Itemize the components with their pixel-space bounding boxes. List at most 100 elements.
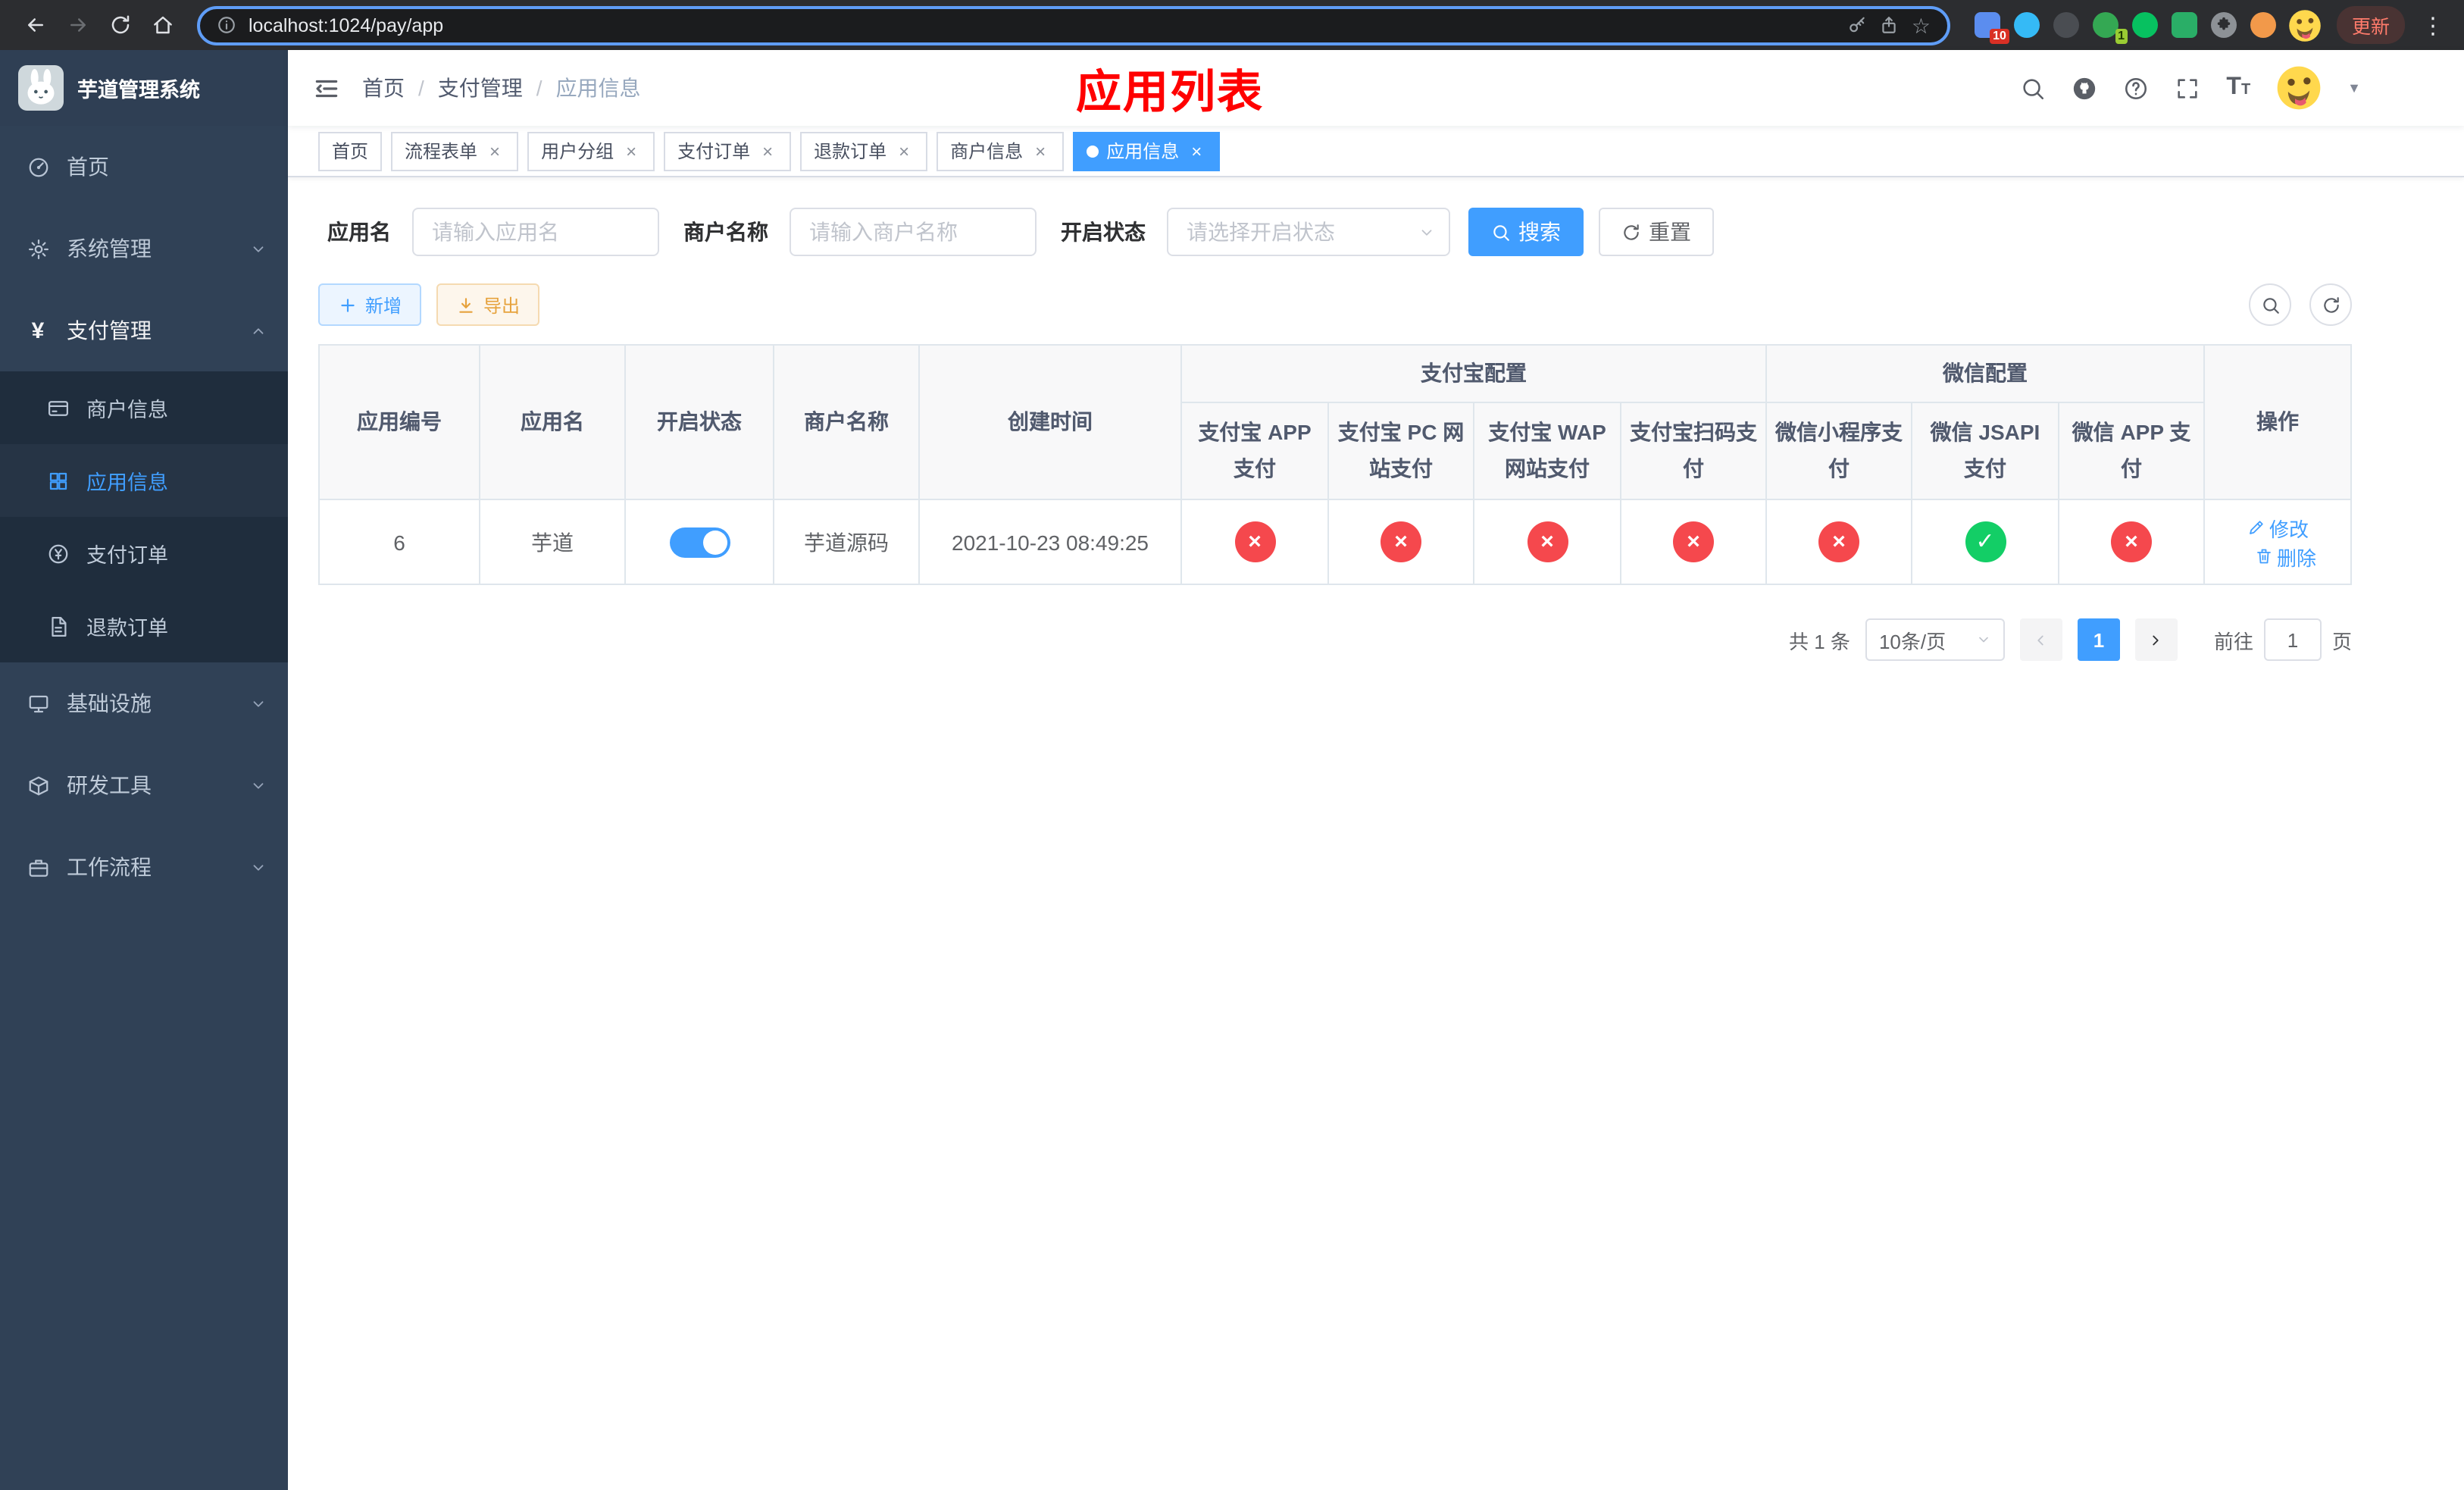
status-switch[interactable] [669, 527, 730, 557]
col-alipay-app: 支付宝 APP 支付 [1180, 402, 1329, 500]
tab-home[interactable]: 首页 [318, 131, 383, 171]
toggle-search-button[interactable] [2249, 283, 2291, 326]
extension-icon[interactable]: 1 [2092, 12, 2128, 44]
site-info-icon[interactable] [217, 15, 236, 35]
browser-menu-icon[interactable]: ⋮ [2417, 11, 2449, 39]
tab-user-group[interactable]: 用户分组 × [527, 131, 655, 171]
sidebar-item-dev-tools[interactable]: 研发工具 [0, 744, 288, 826]
refresh-table-button[interactable] [2309, 283, 2352, 326]
chevron-down-icon[interactable]: ▼ [2347, 80, 2361, 95]
sidebar-item-pay-order[interactable]: 支付订单 [0, 517, 288, 590]
wechat-jsapi-status-icon: ✓ [1965, 521, 2006, 562]
gear-icon [26, 236, 50, 261]
forward-button[interactable] [58, 5, 97, 45]
help-icon[interactable] [2123, 75, 2149, 101]
fullscreen-icon[interactable] [2175, 75, 2200, 101]
col-group-wechat: 微信配置 [1765, 344, 2206, 403]
sidebar-item-label: 支付管理 [67, 318, 152, 343]
chevron-right-icon [2148, 631, 2165, 648]
breadcrumb-pay[interactable]: 支付管理 [438, 73, 523, 103]
sidebar-item-merchant-info[interactable]: 商户信息 [0, 371, 288, 444]
breadcrumb-current: 应用信息 [555, 76, 641, 100]
sidebar-item-label: 基础设施 [67, 691, 152, 715]
merchant-name-label: 商户名称 [683, 220, 768, 244]
key-icon[interactable] [1848, 15, 1868, 35]
extension-icon[interactable] [2250, 12, 2276, 38]
close-icon[interactable]: × [1187, 141, 1206, 161]
browser-profile-avatar[interactable] [2288, 8, 2322, 42]
close-icon[interactable]: × [485, 141, 505, 161]
chevron-down-icon [250, 777, 267, 794]
sidebar-item-refund-order[interactable]: 退款订单 [0, 590, 288, 662]
cell-app-id: 6 [318, 499, 480, 585]
grid-icon [45, 468, 70, 493]
sidebar-item-home[interactable]: 首页 [0, 126, 288, 208]
home-button[interactable] [142, 5, 182, 45]
col-group-alipay: 支付宝配置 [1180, 344, 1767, 403]
status-select[interactable]: 请选择开启状态 [1167, 208, 1450, 256]
export-button[interactable]: 导出 [436, 283, 540, 326]
monitor-icon [26, 691, 50, 715]
reload-button[interactable] [100, 5, 139, 45]
sidebar-item-label: 首页 [67, 155, 109, 179]
add-button[interactable]: 新增 [318, 283, 422, 326]
close-icon[interactable]: × [621, 141, 641, 161]
share-icon[interactable] [1880, 15, 1900, 35]
app-name-input[interactable] [412, 208, 659, 256]
extension-icon[interactable] [2053, 12, 2079, 38]
prev-page-button[interactable] [2019, 618, 2062, 661]
add-button-label: 新增 [365, 295, 402, 316]
reset-button[interactable]: 重置 [1599, 208, 1714, 256]
app-name-label: 应用名 [327, 220, 391, 244]
extension-icon[interactable] [2171, 12, 2197, 38]
extension-icon[interactable] [2013, 12, 2040, 38]
extension-icon[interactable]: 10 [1974, 12, 2009, 44]
close-icon[interactable]: × [758, 141, 777, 161]
browser-update-button[interactable]: 更新 [2336, 6, 2405, 44]
goto-page-input[interactable] [2263, 618, 2322, 661]
close-icon[interactable]: × [1030, 141, 1050, 161]
tab-pay-order[interactable]: 支付订单 × [664, 131, 792, 171]
breadcrumb-separator: / [536, 76, 543, 100]
page-number-current[interactable]: 1 [2077, 618, 2120, 661]
toolbar-right [2249, 283, 2352, 326]
merchant-name-input[interactable] [790, 208, 1037, 256]
tab-app-info[interactable]: 应用信息 × [1073, 131, 1221, 171]
github-icon[interactable] [2072, 75, 2097, 101]
tab-refund-order[interactable]: 退款订单 × [800, 131, 928, 171]
search-icon[interactable] [2020, 75, 2046, 101]
search-button[interactable]: 搜索 [1468, 208, 1584, 256]
next-page-button[interactable] [2134, 618, 2178, 661]
back-button[interactable] [15, 5, 55, 45]
sidebar-item-infra[interactable]: 基础设施 [0, 662, 288, 744]
sidebar-item-pay[interactable]: ¥ 支付管理 [0, 290, 288, 371]
sidebar-item-system[interactable]: 系统管理 [0, 208, 288, 290]
pagination-total: 共 1 条 [1789, 630, 1850, 653]
chevron-down-icon [1976, 632, 1991, 647]
chevron-down-icon [250, 240, 267, 257]
download-icon [456, 295, 476, 315]
refresh-icon [1621, 222, 1641, 242]
search-icon [2260, 295, 2280, 315]
sidebar-item-app-info[interactable]: 应用信息 [0, 444, 288, 517]
sidebar-toggle-icon[interactable] [312, 74, 341, 102]
close-icon[interactable]: × [894, 141, 914, 161]
bookmark-star-icon[interactable]: ☆ [1912, 14, 1931, 36]
tab-merchant-info[interactable]: 商户信息 × [937, 131, 1065, 171]
font-size-icon[interactable]: TT [2226, 75, 2250, 100]
user-avatar[interactable] [2276, 65, 2322, 111]
page-size-select[interactable]: 10条/页 [1865, 618, 2005, 661]
breadcrumb-home[interactable]: 首页 [362, 73, 405, 103]
delete-button[interactable]: 删除 [2254, 542, 2316, 571]
address-bar[interactable]: localhost:1024/pay/app ☆ [197, 5, 1950, 45]
edit-button[interactable]: 修改 [2247, 513, 2309, 542]
navbar-actions: TT ▼ [2020, 65, 2440, 111]
extension-icon[interactable] [2131, 12, 2158, 38]
tab-flow-form[interactable]: 流程表单 × [391, 131, 519, 171]
logo-avatar [18, 65, 64, 111]
plus-icon [338, 295, 358, 315]
sidebar-item-workflow[interactable]: 工作流程 [0, 826, 288, 908]
status-select-placeholder: 请选择开启状态 [1187, 220, 1335, 244]
extensions-puzzle-icon[interactable] [2210, 12, 2237, 38]
sidebar-item-label: 研发工具 [67, 773, 152, 797]
